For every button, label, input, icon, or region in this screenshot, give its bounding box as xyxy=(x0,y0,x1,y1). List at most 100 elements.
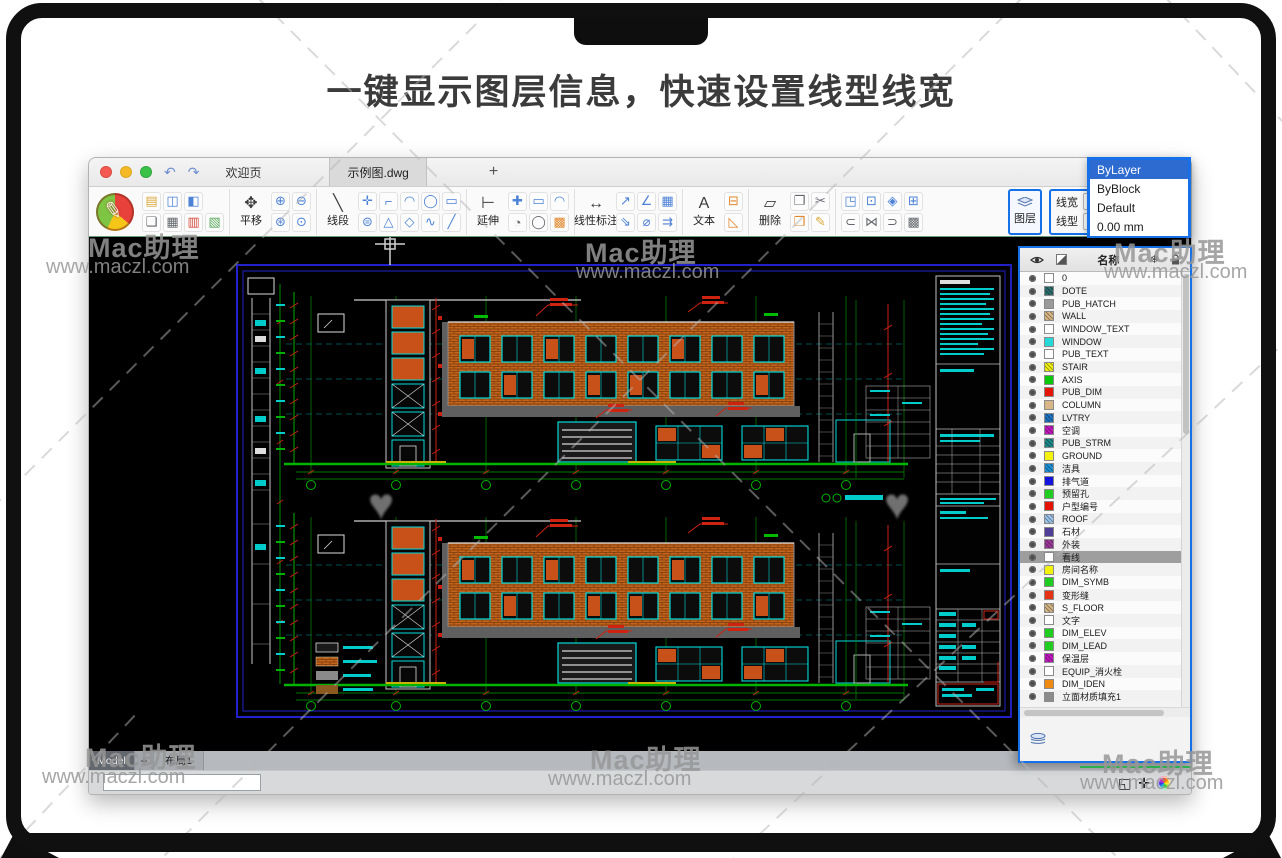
layer-row[interactable]: S_FLOOR xyxy=(1020,601,1181,614)
layer-visibility-dot[interactable] xyxy=(1029,642,1036,649)
layer-color-swatch[interactable] xyxy=(1044,349,1054,359)
layer-row[interactable]: 0 xyxy=(1020,272,1181,285)
layer-visibility-dot[interactable] xyxy=(1029,528,1036,535)
pan-icon[interactable]: ✥平移 xyxy=(235,195,267,228)
layer-color-swatch[interactable] xyxy=(1044,311,1054,321)
save-as-icon[interactable]: ◧ xyxy=(184,192,203,211)
layer-row[interactable]: 洁具 xyxy=(1020,462,1181,475)
layer-row[interactable]: DIM_SYMB xyxy=(1020,576,1181,589)
layer-visibility-dot[interactable] xyxy=(1029,554,1036,561)
ray-icon[interactable]: ╱ xyxy=(442,213,461,232)
circle-icon[interactable]: ◯ xyxy=(421,192,440,211)
layer-color-swatch[interactable] xyxy=(1044,577,1054,587)
node-edit-icon[interactable]: ◳ xyxy=(841,192,860,211)
line-icon[interactable]: ╲线段 xyxy=(322,195,354,228)
layer-color-swatch[interactable] xyxy=(1044,527,1054,537)
layer-color-swatch[interactable] xyxy=(1044,413,1054,423)
scale-icon[interactable]: ⊡ xyxy=(862,192,881,211)
zoom-window-icon[interactable]: ⊙ xyxy=(292,213,311,232)
layer-visibility-dot[interactable] xyxy=(1029,452,1036,459)
group-icon[interactable]: ⊞ xyxy=(904,192,923,211)
layer-visibility-dot[interactable] xyxy=(1029,680,1036,687)
layer-visibility-dot[interactable] xyxy=(1029,655,1036,662)
command-input[interactable] xyxy=(103,774,261,791)
polyline-icon[interactable]: ⌐ xyxy=(379,192,398,211)
layer-visibility-dot[interactable] xyxy=(1029,490,1036,497)
layer-visibility-dot[interactable] xyxy=(1029,326,1036,333)
layer-color-swatch[interactable] xyxy=(1044,362,1054,372)
layer-row[interactable]: COLUMN xyxy=(1020,399,1181,412)
layer-visibility-dot[interactable] xyxy=(1029,592,1036,599)
layer-color-swatch[interactable] xyxy=(1044,463,1054,473)
layer-color-swatch[interactable] xyxy=(1044,603,1054,613)
rectangle-icon[interactable]: ▭ xyxy=(442,192,461,211)
fillet-arc-icon[interactable]: ⊂ xyxy=(841,213,860,232)
color-swatch-icon[interactable] xyxy=(1056,254,1067,265)
layer-color-swatch[interactable] xyxy=(1044,539,1054,549)
layer-visibility-dot[interactable] xyxy=(1029,440,1036,447)
layer-visibility-dot[interactable] xyxy=(1029,693,1036,700)
copy-icon[interactable]: ❐ xyxy=(790,192,809,211)
layer-color-swatch[interactable] xyxy=(1044,489,1054,499)
donut-icon[interactable]: ◯ xyxy=(529,213,548,232)
layer-row[interactable]: 立面材质填充1 xyxy=(1020,690,1181,703)
layer-visibility-dot[interactable] xyxy=(1029,541,1036,548)
arc-icon[interactable]: ◠ xyxy=(400,192,419,211)
new-file-icon[interactable]: ❏ xyxy=(142,213,161,232)
layer-color-swatch[interactable] xyxy=(1044,514,1054,524)
dim-angular-icon[interactable]: ∠ xyxy=(637,192,656,211)
mirror-icon[interactable]: ⋈ xyxy=(862,213,881,232)
layer-color-swatch[interactable] xyxy=(1044,476,1054,486)
zoom-in-icon[interactable]: ⊕ xyxy=(271,192,290,211)
layer-visibility-dot[interactable] xyxy=(1029,630,1036,637)
layer-row[interactable]: GROUND xyxy=(1020,449,1181,462)
layer-row[interactable]: 保温层 xyxy=(1020,652,1181,665)
zoom-out-icon[interactable]: ⊖ xyxy=(292,192,311,211)
zoom-extents-icon[interactable]: ⊛ xyxy=(271,213,290,232)
layer-row[interactable]: PUB_STRM xyxy=(1020,437,1181,450)
tab-model[interactable]: Model xyxy=(89,751,135,770)
layer-color-swatch[interactable] xyxy=(1044,692,1054,702)
freeze-icon[interactable]: ❄ xyxy=(1150,253,1159,266)
text-icon[interactable]: A文本 xyxy=(688,195,720,228)
dim-aligned-icon[interactable]: ↗ xyxy=(616,192,635,211)
layer-row[interactable]: WINDOW xyxy=(1020,335,1181,348)
layer-row[interactable]: 户型编号 xyxy=(1020,500,1181,513)
dim-diameter-icon[interactable]: ⌀ xyxy=(637,213,656,232)
layer-row[interactable]: EQUIP_消火栓 xyxy=(1020,665,1181,678)
lock-icon[interactable] xyxy=(1171,254,1180,265)
fillet-icon[interactable]: ◠ xyxy=(550,192,569,211)
layer-color-swatch[interactable] xyxy=(1044,565,1054,575)
dropdown-item[interactable]: 0.00 mm xyxy=(1090,217,1188,236)
array-icon[interactable]: ▩ xyxy=(904,213,923,232)
layer-color-swatch[interactable] xyxy=(1044,425,1054,435)
polygon-icon[interactable]: ◇ xyxy=(400,213,419,232)
tab-drawing-active[interactable]: 示例图.dwg xyxy=(329,158,426,186)
save-icon[interactable]: ◫ xyxy=(163,192,182,211)
layer-color-swatch[interactable] xyxy=(1044,679,1054,689)
layer-visibility-dot[interactable] xyxy=(1029,376,1036,383)
layer-row[interactable]: 空调 xyxy=(1020,424,1181,437)
layer-row[interactable]: ROOF xyxy=(1020,513,1181,526)
layer-color-swatch[interactable] xyxy=(1044,337,1054,347)
print-icon[interactable]: ▦ xyxy=(163,213,182,232)
layer-visibility-dot[interactable] xyxy=(1029,566,1036,573)
layer-color-swatch[interactable] xyxy=(1044,299,1054,309)
layer-color-swatch[interactable] xyxy=(1044,590,1054,600)
layer-row[interactable]: 石材 xyxy=(1020,525,1181,538)
layer-visibility-dot[interactable] xyxy=(1029,288,1036,295)
trim-icon[interactable]: ✚ xyxy=(508,192,527,211)
layer-color-swatch[interactable] xyxy=(1044,451,1054,461)
layer-visibility-dot[interactable] xyxy=(1029,313,1036,320)
dim-continue-icon[interactable]: ⇉ xyxy=(658,213,677,232)
layer-color-swatch[interactable] xyxy=(1044,286,1054,296)
layer-color-swatch[interactable] xyxy=(1044,653,1054,663)
layer-row[interactable]: 外装 xyxy=(1020,538,1181,551)
layer-visibility-dot[interactable] xyxy=(1029,351,1036,358)
dim-linear-icon[interactable]: ↔线性标注 xyxy=(580,195,612,228)
construction-line-icon[interactable]: ✛ xyxy=(358,192,377,211)
erase-icon[interactable]: ▱删除 xyxy=(754,195,786,228)
layer-visibility-dot[interactable] xyxy=(1029,427,1036,434)
layer-visibility-dot[interactable] xyxy=(1029,364,1036,371)
layer-row[interactable]: 文字 xyxy=(1020,614,1181,627)
